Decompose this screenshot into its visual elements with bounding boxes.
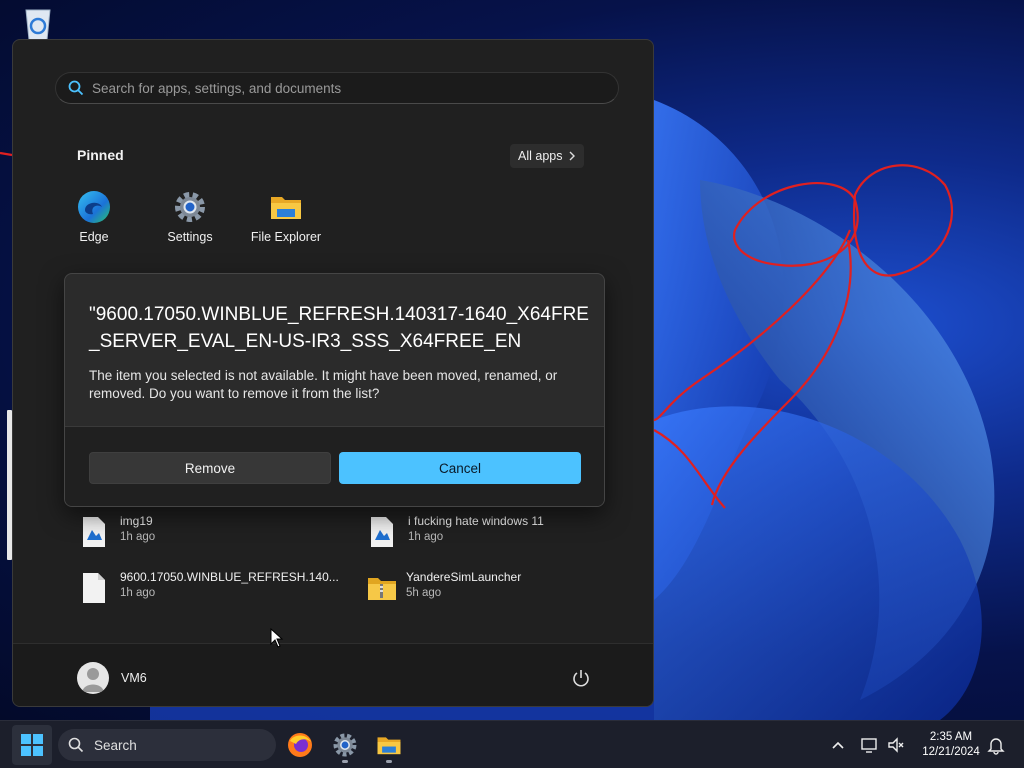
network-icon[interactable] xyxy=(860,735,880,755)
notification-bell-icon[interactable] xyxy=(986,735,1006,755)
pinned-app-settings[interactable]: Settings xyxy=(150,190,230,244)
taskbar-app-file-explorer[interactable] xyxy=(369,725,409,765)
taskbar: Search 2:35 AM 12/21/2024 xyxy=(0,720,1024,768)
pinned-app-label: File Explorer xyxy=(250,230,322,244)
user-icon xyxy=(82,668,104,692)
start-search-box[interactable] xyxy=(55,72,619,104)
recommended-item-name: i fucking hate windows 11 xyxy=(408,514,544,528)
edge-icon xyxy=(78,191,110,223)
system-clock[interactable]: 2:35 AM 12/21/2024 xyxy=(912,730,990,760)
recycle-bin-icon[interactable] xyxy=(18,6,58,42)
search-icon xyxy=(68,80,84,96)
taskbar-search-label: Search xyxy=(94,737,137,753)
dialog-message: The item you selected is not available. … xyxy=(89,368,558,401)
file-icon xyxy=(83,573,105,603)
volume-muted-icon[interactable] xyxy=(886,735,906,755)
recommended-item-time: 5h ago xyxy=(406,587,442,599)
recommended-item[interactable]: 9600.17050.WINBLUE_REFRESH.140... 1h ago xyxy=(81,570,341,610)
recommended-item-name: 9600.17050.WINBLUE_REFRESH.140... xyxy=(120,570,339,584)
taskbar-app-firefox[interactable] xyxy=(280,725,320,765)
image-file-icon xyxy=(83,517,105,547)
cancel-button[interactable]: Cancel xyxy=(339,452,581,484)
search-icon xyxy=(68,737,84,753)
start-menu: Pinned All apps Edge Settings File Explo… xyxy=(12,39,654,707)
recommended-item-time: 1h ago xyxy=(120,587,156,599)
recommended-item-time: 1h ago xyxy=(120,531,156,543)
avatar[interactable] xyxy=(77,662,109,694)
pinned-heading: Pinned xyxy=(77,147,124,163)
zip-folder-icon xyxy=(368,578,396,600)
start-button[interactable] xyxy=(12,725,52,765)
windows-logo-icon xyxy=(21,734,43,756)
recommended-item[interactable]: img19 1h ago xyxy=(81,514,341,554)
running-indicator xyxy=(342,760,348,763)
clock-date: 12/21/2024 xyxy=(922,746,980,758)
recommended-item-name: YandereSimLauncher xyxy=(406,570,522,584)
folder-icon xyxy=(377,737,401,755)
taskbar-app-settings[interactable] xyxy=(325,725,365,765)
gear-icon xyxy=(333,733,357,757)
dialog-title: "9600.17050.WINBLUE_REFRESH.140317-1640_… xyxy=(89,304,589,352)
pinned-app-label: Edge xyxy=(79,230,109,244)
recommended-item[interactable]: YandereSimLauncher 5h ago xyxy=(367,570,627,610)
chevron-right-icon xyxy=(569,151,576,161)
dialog-footer: Remove Cancel xyxy=(65,426,604,506)
taskbar-search[interactable]: Search xyxy=(58,729,276,761)
recommended-item[interactable]: i fucking hate windows 11 1h ago xyxy=(369,514,629,554)
chevron-up-icon[interactable] xyxy=(828,735,848,755)
user-name[interactable]: VM6 xyxy=(121,671,147,685)
pinned-app-file-explorer[interactable]: File Explorer xyxy=(246,190,326,244)
power-icon[interactable] xyxy=(571,668,591,688)
folder-icon xyxy=(271,197,301,219)
all-apps-button[interactable]: All apps xyxy=(510,144,585,168)
pinned-app-edge[interactable]: Edge xyxy=(54,190,134,244)
image-file-icon xyxy=(371,517,393,547)
mouse-cursor-icon xyxy=(270,628,284,648)
recommended-item-time: 1h ago xyxy=(408,531,444,543)
item-unavailable-dialog: "9600.17050.WINBLUE_REFRESH.140317-1640_… xyxy=(64,273,605,507)
recommended-item-name: img19 xyxy=(120,514,153,528)
clock-time: 2:35 AM xyxy=(929,731,973,743)
firefox-icon xyxy=(288,733,312,757)
search-input[interactable] xyxy=(92,80,572,96)
pinned-app-label: Settings xyxy=(167,230,213,244)
remove-button[interactable]: Remove xyxy=(89,452,331,484)
start-menu-footer: VM6 xyxy=(13,643,653,706)
running-indicator xyxy=(386,760,392,763)
gear-icon xyxy=(175,192,205,222)
all-apps-label: All apps xyxy=(518,149,563,163)
